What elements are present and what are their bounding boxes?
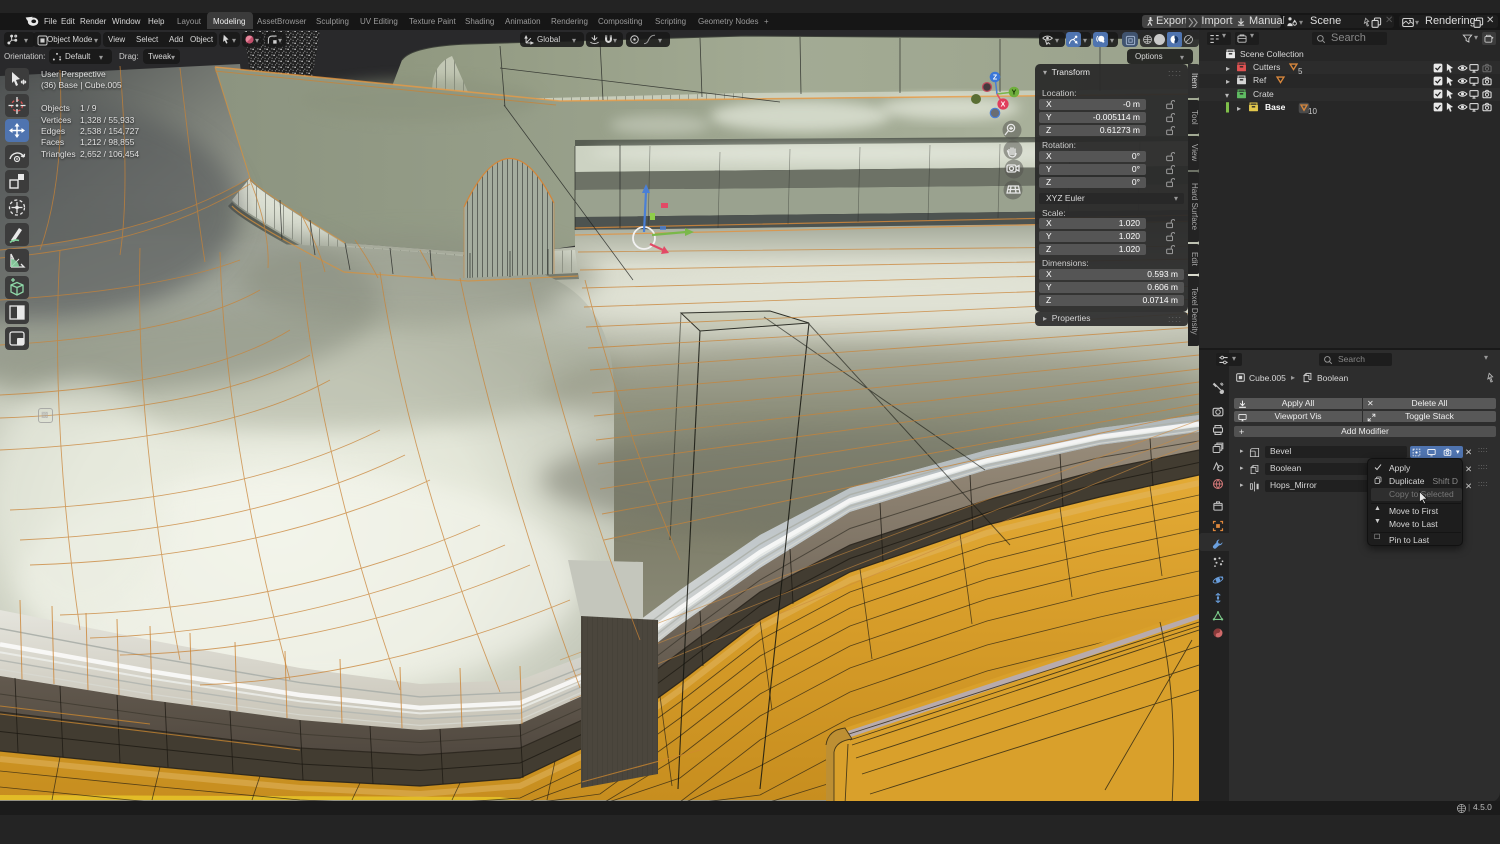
svg-text:Y: Y — [1012, 90, 1017, 97]
svg-text:Z: Z — [993, 75, 998, 82]
svg-text:X: X — [1001, 102, 1006, 109]
